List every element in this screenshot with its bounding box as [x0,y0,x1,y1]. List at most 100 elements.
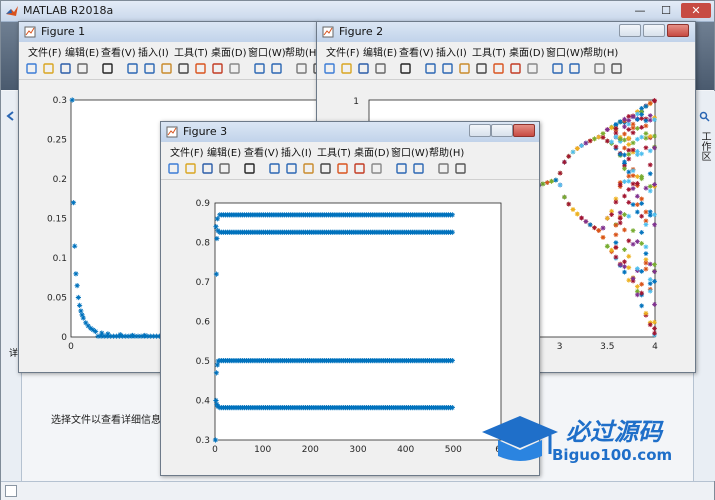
zoom-in-icon[interactable] [268,162,281,175]
menu-tools[interactable]: 工具(T) [317,144,351,159]
figure-3-close-button[interactable] [513,124,535,137]
open-folder-icon[interactable] [184,162,197,175]
new-file-icon[interactable] [167,162,180,175]
menu-window[interactable]: 窗口(W) [248,44,286,59]
figure-1-title-bar: Figure 1 [19,22,317,42]
figure-2-minimize-button[interactable] [619,24,641,37]
menu-insert[interactable]: 插入(I) [281,144,312,159]
new-file-icon[interactable] [25,62,38,75]
hide-tools-icon[interactable] [437,162,450,175]
watermark-title: 必过源码 [566,418,662,446]
y-tick-label: 0.4 [196,397,211,407]
zoom-in-icon[interactable] [126,62,139,75]
colorbar-icon[interactable] [551,62,564,75]
pointer-icon[interactable] [243,162,256,175]
colorbar-icon[interactable] [395,162,408,175]
data-cursor-icon[interactable] [194,62,207,75]
hide-tools-icon[interactable] [295,62,308,75]
menu-file[interactable]: 文件(F) [326,44,360,59]
maximize-button[interactable]: ☐ [655,3,677,18]
data-point [587,222,593,228]
data-point [574,211,580,217]
pan-icon[interactable] [458,62,471,75]
y-tick-label: 0.2 [53,175,67,185]
link-icon[interactable] [370,162,383,175]
menu-window[interactable]: 窗口(W) [391,144,429,159]
brush-icon[interactable] [509,62,522,75]
menu-file[interactable]: 文件(F) [28,44,62,59]
status-toggle[interactable] [5,485,17,497]
menu-desktop[interactable]: 桌面(D) [211,44,247,59]
menu-edit[interactable]: 编辑(E) [363,44,397,59]
workspace-side-tab[interactable]: 工作区 [697,131,712,161]
menu-insert[interactable]: 插入(I) [436,44,467,59]
menu-view[interactable]: 查看(V) [244,144,279,159]
menu-desktop[interactable]: 桌面(D) [354,144,390,159]
back-arrow-icon[interactable] [6,111,16,121]
figure-3-maximize-button[interactable] [491,124,513,137]
close-icon: ✕ [691,4,701,17]
figure-3-title-bar: Figure 3 [161,122,539,142]
link-icon[interactable] [526,62,539,75]
data-cursor-icon[interactable] [336,162,349,175]
menu-window[interactable]: 窗口(W) [546,44,584,59]
data-point [647,212,653,218]
menu-view[interactable]: 查看(V) [399,44,434,59]
figure-2-close-button[interactable] [667,24,689,37]
status-bar [1,481,714,500]
close-button[interactable]: ✕ [681,3,711,18]
menu-insert[interactable]: 插入(I) [138,44,169,59]
open-folder-icon[interactable] [42,62,55,75]
pan-icon[interactable] [302,162,315,175]
x-tick-label: 500 [445,445,462,455]
menu-tools[interactable]: 工具(T) [174,44,208,59]
print-icon[interactable] [76,62,89,75]
data-point [652,330,657,336]
hide-tools-icon[interactable] [593,62,606,75]
dock-icon[interactable] [454,162,467,175]
print-icon[interactable] [218,162,231,175]
legend-icon[interactable] [270,62,283,75]
legend-icon[interactable] [568,62,581,75]
save-icon[interactable] [201,162,214,175]
new-file-icon[interactable] [323,62,336,75]
data-cursor-icon[interactable] [492,62,505,75]
open-folder-icon[interactable] [340,62,353,75]
dock-icon[interactable] [610,62,623,75]
data-point [652,222,657,228]
minimize-button[interactable]: — [629,3,651,18]
print-icon[interactable] [374,62,387,75]
pan-icon[interactable] [160,62,173,75]
data-point [626,156,632,162]
data-point [613,254,619,260]
brush-icon[interactable] [211,62,224,75]
legend-icon[interactable] [412,162,425,175]
figure-3-minimize-button[interactable] [469,124,491,137]
menu-edit[interactable]: 编辑(E) [65,44,99,59]
link-icon[interactable] [228,62,241,75]
menu-help[interactable]: 帮助(H) [429,144,464,159]
rotate-icon[interactable] [177,62,190,75]
save-icon[interactable] [357,62,370,75]
zoom-out-icon[interactable] [441,62,454,75]
data-point [212,437,219,443]
menu-help[interactable]: 帮助(H) [583,44,618,59]
zoom-out-icon[interactable] [285,162,298,175]
menu-view[interactable]: 查看(V) [101,44,136,59]
figure-2-maximize-button[interactable] [643,24,665,37]
menu-edit[interactable]: 编辑(E) [207,144,241,159]
rotate-icon[interactable] [319,162,332,175]
pointer-icon[interactable] [101,62,114,75]
search-icon[interactable] [699,111,710,122]
save-icon[interactable] [59,62,72,75]
menu-desktop[interactable]: 桌面(D) [509,44,545,59]
brush-icon[interactable] [353,162,366,175]
zoom-in-icon[interactable] [424,62,437,75]
menu-tools[interactable]: 工具(T) [472,44,506,59]
colorbar-icon[interactable] [253,62,266,75]
x-tick-label: 4 [652,342,658,352]
pointer-icon[interactable] [399,62,412,75]
menu-file[interactable]: 文件(F) [170,144,204,159]
rotate-icon[interactable] [475,62,488,75]
zoom-out-icon[interactable] [143,62,156,75]
